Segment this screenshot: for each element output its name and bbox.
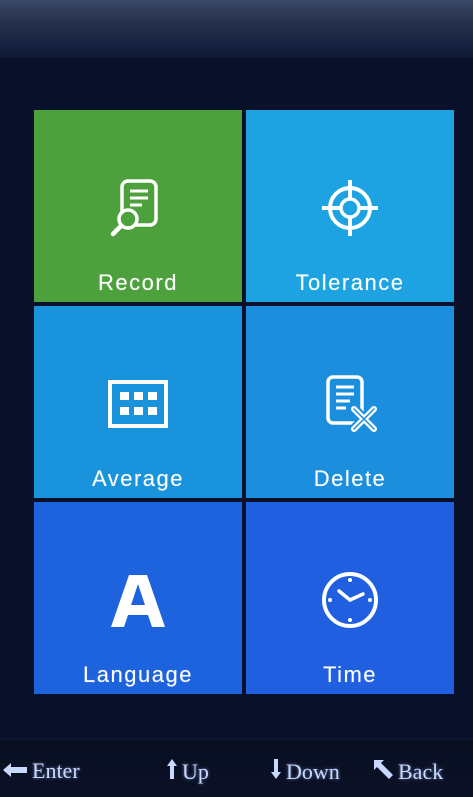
hint-up[interactable]: Up [166,758,209,786]
top-bezel [0,0,473,58]
menu-tile-tolerance[interactable]: Tolerance [246,110,454,302]
device-screen: Record Tolerance Average Delete Language… [0,0,473,797]
down-arrow-icon [270,758,282,786]
grid-keypad-icon [106,372,170,436]
document-delete-icon [318,372,382,436]
hint-enter-label: Enter [32,758,80,783]
hint-back[interactable]: Back [372,758,443,786]
main-menu-grid: Record Tolerance Average Delete Language… [34,110,454,694]
menu-label-average: Average [91,466,185,491]
menu-tile-delete[interactable]: Delete [246,306,454,498]
hint-back-label: Back [398,759,444,784]
clock-icon [318,568,382,632]
menu-label-time: Time [322,662,378,687]
menu-label-record: Record [98,270,178,295]
menu-tile-average[interactable]: Average [34,306,242,498]
menu-tile-record[interactable]: Record [34,110,242,302]
crosshair-icon [318,176,382,240]
menu-tile-language[interactable]: Language [34,502,242,694]
hint-enter[interactable]: Enter [2,758,80,784]
letter-a-icon [106,568,170,632]
up-arrow-icon [166,758,178,786]
menu-tile-time[interactable]: Time [246,502,454,694]
record-search-icon [106,176,170,240]
menu-label-tolerance: Tolerance [295,270,405,295]
hint-down-label: Down [286,759,340,784]
menu-label-language: Language [83,662,193,687]
enter-arrow-icon [2,758,28,784]
menu-label-delete: Delete [313,466,387,491]
hint-up-label: Up [182,759,209,784]
back-arrow-icon [372,758,394,786]
hint-down[interactable]: Down [270,758,340,786]
